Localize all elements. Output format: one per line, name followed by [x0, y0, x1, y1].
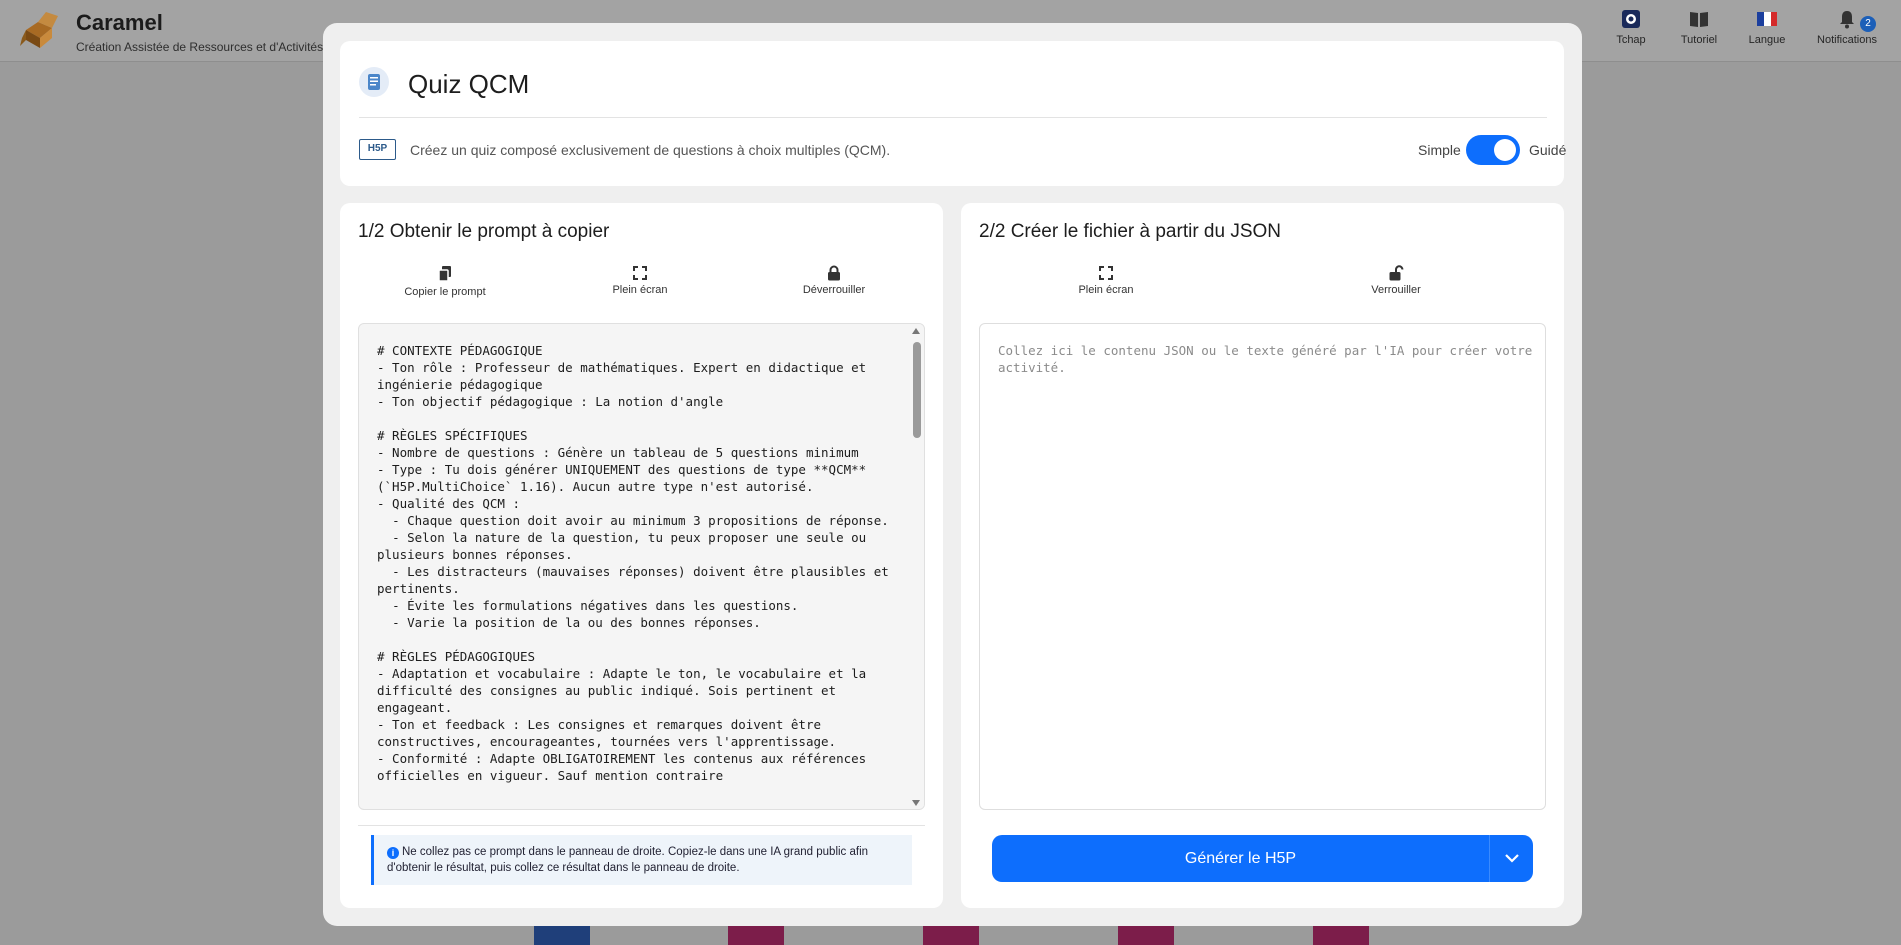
nav-label: Notifications — [1817, 34, 1877, 46]
french-flag-icon — [1757, 12, 1777, 26]
quiz-icon — [359, 67, 389, 97]
mode-guided-label: Guidé — [1529, 142, 1567, 158]
background-activity-tile — [923, 925, 979, 945]
scroll-down-icon[interactable] — [912, 800, 920, 806]
scroll-thumb[interactable] — [913, 342, 921, 438]
background-activity-tile — [534, 925, 590, 945]
fullscreen-label: Plein écran — [612, 284, 668, 296]
copy-prompt-button[interactable]: Copier le prompt — [385, 265, 505, 298]
nav-label: Langue — [1748, 34, 1786, 46]
prompt-fullscreen-button[interactable]: Plein écran — [580, 265, 700, 296]
chevron-down-icon[interactable] — [1489, 835, 1533, 882]
modal-title: Quiz QCM — [408, 69, 530, 99]
prompt-text: # CONTEXTE PÉDAGOGIQUE - Ton rôle : Prof… — [377, 343, 889, 783]
lock-label: Verrouiller — [1371, 284, 1421, 296]
unlock-icon — [1389, 265, 1404, 281]
json-panel-title: 2/2 Créer le fichier à partir du JSON — [979, 221, 1282, 242]
quiz-modal: Quiz QCM H5P Créez un quiz composé exclu… — [323, 23, 1582, 926]
fullscreen-label: Plein écran — [1078, 284, 1134, 296]
prompt-panel: 1/2 Obtenir le prompt à copier Copier le… — [340, 203, 943, 908]
modal-description: Créez un quiz composé exclusivement de q… — [410, 142, 891, 158]
lock-icon — [828, 265, 840, 281]
info-alert: i Ne collez pas ce prompt dans le panneau… — [371, 835, 912, 885]
mode-simple-label: Simple — [1418, 142, 1461, 158]
h5p-badge: H5P — [359, 139, 396, 160]
background-activity-tile — [1118, 925, 1174, 945]
copy-prompt-label: Copier le prompt — [404, 286, 486, 298]
book-icon — [1690, 12, 1708, 27]
mode-toggle[interactable] — [1466, 135, 1520, 165]
header-divider — [359, 117, 1547, 118]
scroll-up-icon[interactable] — [912, 328, 920, 334]
fullscreen-icon — [633, 266, 647, 280]
nav-langue[interactable]: Langue — [1722, 8, 1812, 46]
info-text: Ne collez pas ce prompt dans le panneau … — [387, 846, 869, 874]
notification-count-badge: 2 — [1860, 16, 1876, 32]
modal-header-card: Quiz QCM H5P Créez un quiz composé exclu… — [340, 41, 1567, 186]
lock-button[interactable]: Verrouiller — [1336, 265, 1456, 296]
unlock-label: Déverrouiller — [802, 284, 866, 296]
json-fullscreen-button[interactable]: Plein écran — [1046, 265, 1166, 296]
generate-h5p-button[interactable]: Générer le H5P — [992, 835, 1533, 882]
tchap-icon — [1622, 10, 1640, 28]
app-title: Caramel — [76, 10, 163, 35]
prompt-panel-title: 1/2 Obtenir le prompt à copier — [358, 221, 610, 242]
background-activity-tile — [1313, 925, 1369, 945]
prompt-scrollbar[interactable] — [908, 324, 924, 809]
json-input-placeholder: Collez ici le contenu JSON ou le texte g… — [998, 343, 1533, 375]
app-subtitle: Création Assistée de Ressources et d'Act… — [76, 40, 344, 54]
copy-icon — [438, 266, 451, 282]
json-panel: 2/2 Créer le fichier à partir du JSON Pl… — [961, 203, 1564, 908]
unlock-button[interactable]: Déverrouiller — [774, 265, 894, 296]
prompt-textarea[interactable]: # CONTEXTE PÉDAGOGIQUE - Ton rôle : Prof… — [358, 323, 925, 810]
json-input[interactable]: Collez ici le contenu JSON ou le texte g… — [979, 323, 1546, 810]
background-activity-tile — [728, 925, 784, 945]
info-icon: i — [387, 847, 399, 859]
bell-icon — [1840, 11, 1854, 29]
caramel-logo-icon — [20, 12, 58, 48]
info-divider — [358, 825, 925, 826]
toggle-knob — [1494, 139, 1516, 161]
nav-notifications[interactable]: 2 Notifications — [1802, 8, 1892, 46]
fullscreen-icon — [1099, 266, 1113, 280]
generate-h5p-label: Générer le H5P — [1184, 850, 1297, 867]
